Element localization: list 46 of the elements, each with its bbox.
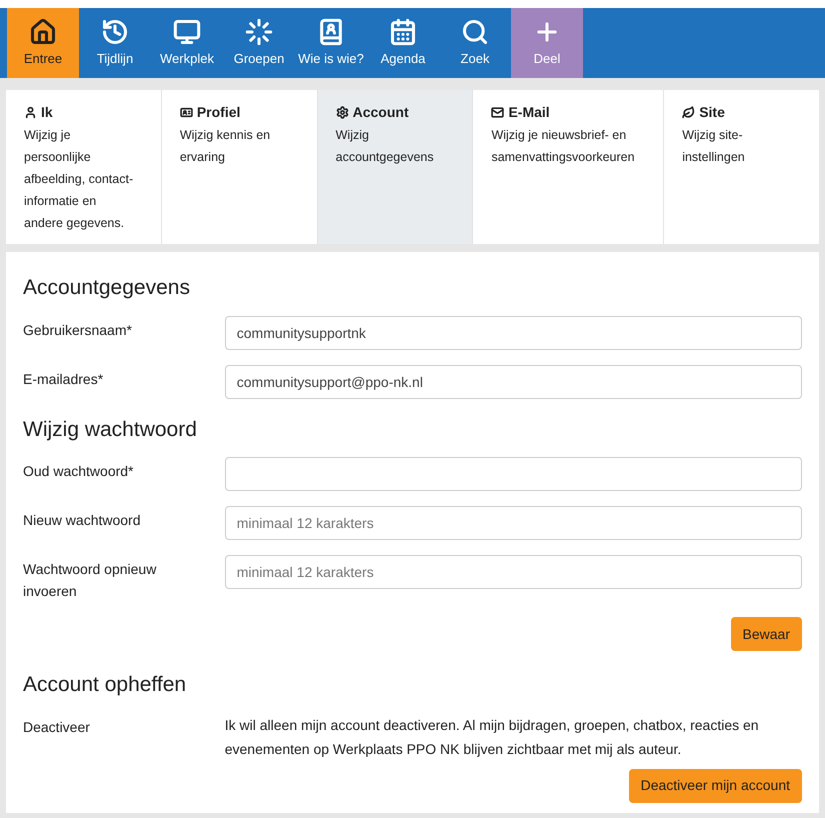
field-label: E-mailadres* [23, 370, 104, 388]
input-field[interactable]: minimaal 12 karakters [224, 555, 802, 589]
nav-item[interactable]: Zoek [439, 8, 511, 78]
input-field[interactable]: minimaal 12 karakters [224, 506, 802, 540]
nav-item[interactable]: Entree [7, 8, 79, 78]
field-label: Gebruikersnaam* [23, 320, 133, 340]
search-icon [461, 18, 489, 46]
description-text: Ik wil alleen mijn account deactiveren. Al mijn bijdragen, groepen, chatbox, reacties en evenementen op Werkplaats PPO NK blijven zichtbaar met mij als auteur. [224, 716, 760, 759]
tab-title: Site [699, 103, 725, 122]
nav-item[interactable]: Wie is wie? [295, 8, 367, 78]
settings-tab[interactable]: Account Wijzig accountgegevens [316, 90, 472, 244]
field-label: Wachtwoord opnieuw invoeren [23, 560, 158, 601]
id-card-icon [180, 106, 193, 119]
tab-title: Ik [41, 103, 53, 122]
nav-item[interactable]: Groepen [223, 8, 295, 78]
input-field[interactable]: communitysupport@ppo-nk.nl [224, 364, 802, 398]
nav-item[interactable]: Tijdlijn [79, 8, 151, 78]
field-label: Deactiveer [23, 718, 91, 736]
field-label: Oud wachtwoord* [23, 462, 135, 481]
input-field[interactable] [224, 457, 802, 491]
section-heading: Account opheffen [23, 672, 188, 698]
history-icon [101, 18, 129, 46]
tab-title: Profiel [196, 103, 240, 122]
action-button[interactable]: Bewaar [730, 617, 802, 651]
contact-book-icon [317, 18, 345, 46]
tab-description: Wijzig je nieuwsbrief- en samenvattingsvoorkeuren [491, 127, 636, 166]
section-heading: Wijzig wachtwoord [23, 416, 198, 442]
house-icon [29, 18, 57, 46]
tab-title: E-Mail [508, 103, 550, 122]
settings-icon [336, 106, 349, 119]
action-button[interactable]: Deactiveer mijn account [628, 768, 802, 802]
user-icon [24, 106, 37, 119]
monitor-icon [173, 18, 201, 46]
tab-description: Wijzig je persoonlijke afbeelding, contact-informatie en andere gegevens. [24, 127, 134, 232]
section-heading: Accountgegevens [23, 275, 191, 301]
nav-item[interactable]: Agenda [367, 8, 439, 78]
tab-description: Wijzig kennis en ervaring [180, 127, 272, 166]
tab-description: Wijzig accountgegevens [336, 127, 435, 166]
tab-title: Account [352, 103, 409, 122]
tab-description: Wijzig site-instellingen [682, 127, 746, 166]
nav-item[interactable]: Werkplek [151, 8, 223, 78]
leaf-icon [682, 106, 696, 119]
field-label: Nieuw wachtwoord [23, 511, 142, 530]
mail-icon [491, 106, 504, 119]
input-field[interactable]: communitysupportnk [224, 316, 802, 350]
calendar-icon [389, 18, 417, 46]
